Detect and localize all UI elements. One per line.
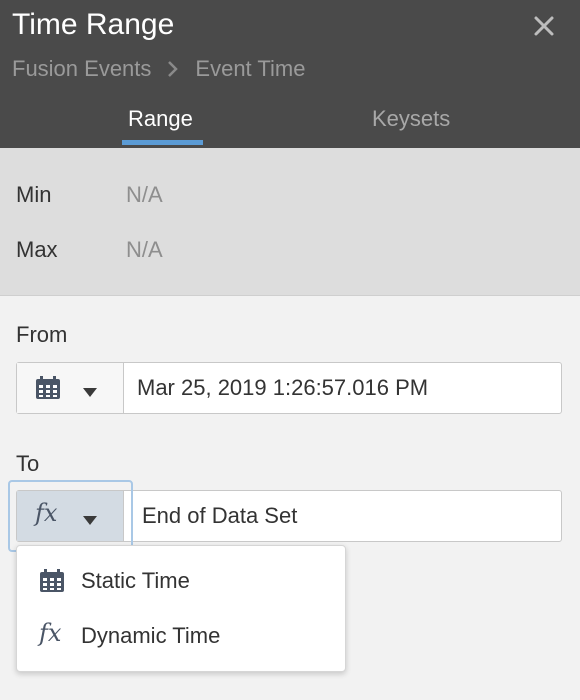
max-label: Max <box>16 237 58 262</box>
menu-item-dynamic-time[interactable]: fx Dynamic Time <box>17 611 347 663</box>
tab-bar: Range Keysets <box>0 98 580 148</box>
breadcrumb-item[interactable]: Event Time <box>195 56 305 82</box>
calendar-icon <box>39 569 65 598</box>
focus-ring <box>8 480 133 552</box>
menu-item-label: Dynamic Time <box>81 623 221 648</box>
from-time-picker: Mar 25, 2019 1:26:57.016 PM <box>16 362 562 414</box>
caret-down-icon <box>83 384 97 402</box>
breadcrumb: Fusion Events Event Time <box>12 56 305 82</box>
from-type-dropdown[interactable] <box>17 363 124 413</box>
menu-item-static-time[interactable]: Static Time <box>17 556 347 608</box>
close-button[interactable] <box>532 14 556 38</box>
min-label: Min <box>16 182 52 207</box>
fx-icon: fx <box>39 619 62 647</box>
to-label: To <box>16 451 40 476</box>
from-label: From <box>16 322 68 347</box>
time-type-menu: Static Time fx Dynamic Time <box>16 545 346 672</box>
breadcrumb-item[interactable]: Fusion Events <box>12 56 151 82</box>
dialog-title: Time Range <box>12 8 175 41</box>
calendar-icon <box>35 376 61 405</box>
chevron-right-icon <box>167 60 179 78</box>
menu-item-label: Static Time <box>81 568 190 593</box>
min-value: N/A <box>126 182 163 207</box>
tab-keysets[interactable]: Keysets <box>372 106 450 132</box>
active-tab-indicator <box>122 140 203 145</box>
from-time-value[interactable]: Mar 25, 2019 1:26:57.016 PM <box>137 375 428 401</box>
to-time-value[interactable]: End of Data Set <box>142 503 297 529</box>
close-icon <box>534 16 554 36</box>
range-stats-panel: Min N/A Max N/A <box>0 148 580 296</box>
dialog-header: Time Range Fusion Events Event Time Rang… <box>0 0 580 148</box>
tab-range[interactable]: Range <box>128 106 193 132</box>
max-value: N/A <box>126 237 163 262</box>
